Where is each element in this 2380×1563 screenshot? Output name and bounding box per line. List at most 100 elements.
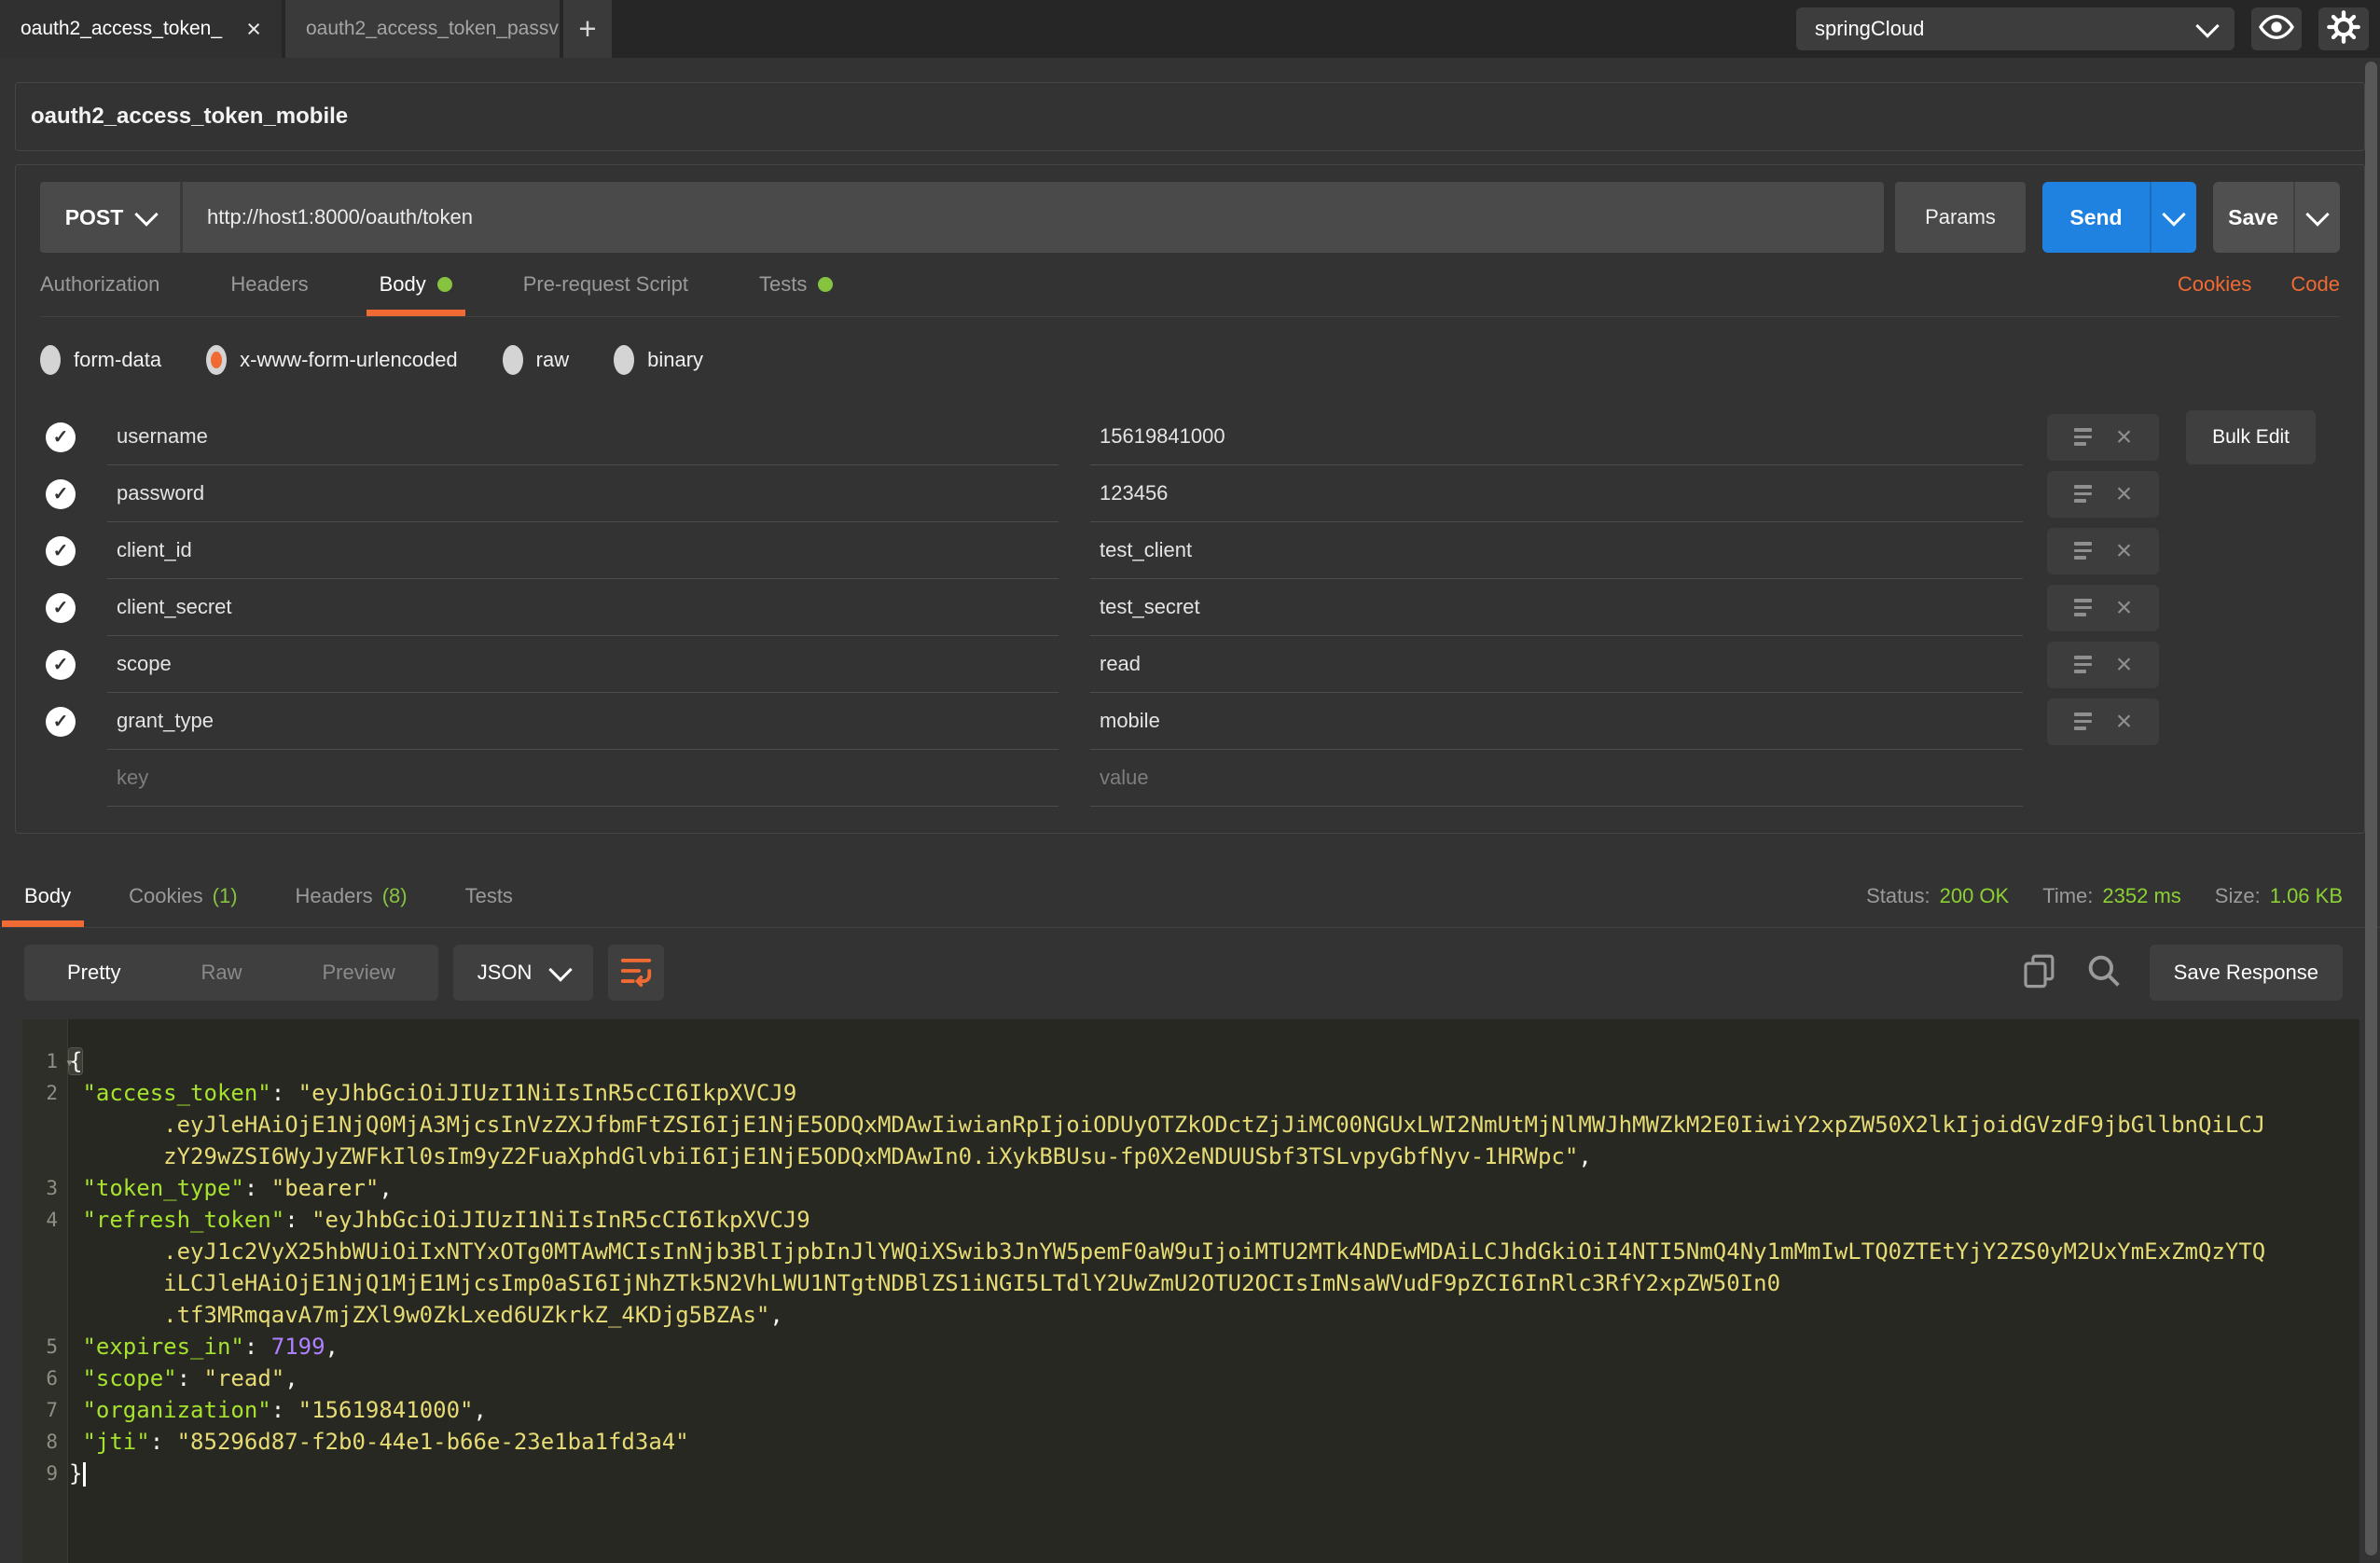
send-options-button[interactable] <box>2150 182 2196 253</box>
response-tab-cookies[interactable]: Cookies(1) <box>129 865 237 927</box>
window-tab-background[interactable]: oauth2_access_token_passv <box>285 0 560 58</box>
row-checkbox[interactable]: ✓ <box>46 422 76 452</box>
response-tab-body[interactable]: Body <box>24 865 71 927</box>
line-number: 3 <box>22 1172 58 1204</box>
param-key-cell[interactable]: client_secret <box>107 579 1059 636</box>
radio-icon[interactable] <box>40 345 61 375</box>
code-token: .tf3MRmqavA7mjZXl9w0ZkLxed6UZkrkZ_4KDjg5… <box>69 1302 769 1328</box>
request-tab-pre-request-script[interactable]: Pre-request Script <box>523 253 688 316</box>
request-tabs-row: Authorization Headers Body Pre-request Scri… <box>40 253 2340 317</box>
row-checkbox[interactable]: ✓ <box>46 650 76 680</box>
settings-button[interactable] <box>2318 7 2369 50</box>
method-selector[interactable]: POST <box>40 182 183 253</box>
view-mode-raw[interactable]: Raw <box>201 961 242 985</box>
radio-icon[interactable] <box>503 345 523 375</box>
code-line: 1▾{ <box>22 1045 2359 1077</box>
code-token: , <box>325 1334 339 1360</box>
scrollbar[interactable] <box>2365 0 2377 1563</box>
size-label: Size: <box>2215 884 2261 907</box>
code-text: "refresh_token": "eyJhbGciOiJIUzI1NiIsIn… <box>58 1204 810 1236</box>
size-value: 1.06 KB <box>2270 884 2343 907</box>
key-placeholder-cell[interactable]: key <box>107 750 1059 807</box>
radio-icon[interactable] <box>206 345 227 375</box>
body-mode-x-www-form-urlencoded[interactable]: x-www-form-urlencoded <box>206 345 458 375</box>
search-response-button[interactable] <box>2084 951 2124 995</box>
param-key-cell[interactable]: scope <box>107 636 1059 693</box>
code-lines: 1▾{2 "access_token": "eyJhbGciOiJIUzI1Ni… <box>22 1019 2359 1489</box>
body-mode-raw[interactable]: raw <box>503 345 569 375</box>
code-link[interactable]: Code <box>2290 272 2340 297</box>
environment-selector[interactable]: springCloud <box>1796 7 2235 50</box>
request-tab-body[interactable]: Body <box>380 253 452 316</box>
bulk-edit-button[interactable]: Bulk Edit <box>2186 410 2316 464</box>
send-button[interactable]: Send <box>2042 182 2150 253</box>
method-label: POST <box>65 205 124 230</box>
time-value: 2352 ms <box>2102 884 2180 907</box>
wrap-text-button[interactable] <box>608 945 664 1001</box>
response-tab-label: Tests <box>465 884 513 908</box>
save-options-button[interactable] <box>2293 182 2340 253</box>
copy-response-button[interactable] <box>2019 951 2058 995</box>
format-selector[interactable]: JSON <box>453 945 594 1001</box>
body-mode-form-data[interactable]: form-data <box>40 345 161 375</box>
code-text: .eyJleHAiOjE1NjQ0MjA3MjcsInVzZXJfbmFtZSI… <box>58 1109 2265 1141</box>
status-item: Status:200 OK <box>1866 884 2009 908</box>
drag-handle-icon[interactable] <box>2074 656 2092 673</box>
cookies-link[interactable]: Cookies <box>2178 272 2251 297</box>
row-checkbox[interactable]: ✓ <box>46 479 76 509</box>
response-tab-headers[interactable]: Headers(8) <box>296 865 408 927</box>
param-value-cell[interactable]: 123456 <box>1090 465 2023 522</box>
window-tab-label: oauth2_access_token_passv <box>306 18 559 40</box>
param-value-cell[interactable]: 15619841000 <box>1090 408 2023 465</box>
row-checkbox[interactable]: ✓ <box>46 536 76 566</box>
save-button[interactable]: Save <box>2213 182 2293 253</box>
response-tab-label: Headers <box>296 884 373 908</box>
remove-row-icon[interactable]: × <box>2116 594 2133 622</box>
remove-row-icon[interactable]: × <box>2116 708 2133 736</box>
request-tab-authorization[interactable]: Authorization <box>40 253 159 316</box>
save-response-button[interactable]: Save Response <box>2150 945 2343 1001</box>
send-label: Send <box>2069 205 2122 230</box>
param-value-cell[interactable]: test_client <box>1090 522 2023 579</box>
url-input[interactable]: http://host1:8000/oauth/token <box>183 182 1884 253</box>
param-row-actions: × <box>2047 471 2159 518</box>
request-name-bar: oauth2_access_token_mobile <box>15 82 2365 151</box>
param-key-cell[interactable]: client_id <box>107 522 1059 579</box>
param-key-cell[interactable]: username <box>107 408 1059 465</box>
drag-handle-icon[interactable] <box>2074 428 2092 446</box>
param-key-cell[interactable]: grant_type <box>107 693 1059 750</box>
view-mode-pretty[interactable]: Pretty <box>67 961 120 985</box>
param-row-actions: × <box>2047 585 2159 631</box>
drag-handle-icon[interactable] <box>2074 485 2092 503</box>
response-tab-tests[interactable]: Tests <box>465 865 513 927</box>
format-label: JSON <box>477 961 533 985</box>
request-tab-tests[interactable]: Tests <box>759 253 833 316</box>
drag-handle-icon[interactable] <box>2074 542 2092 560</box>
close-tab-icon[interactable]: × <box>246 17 261 42</box>
drag-handle-icon[interactable] <box>2074 599 2092 616</box>
remove-row-icon[interactable]: × <box>2116 480 2133 508</box>
request-tab-headers[interactable]: Headers <box>230 253 308 316</box>
environment-quick-look-button[interactable] <box>2251 7 2302 50</box>
param-value-cell[interactable]: read <box>1090 636 2023 693</box>
new-tab-button[interactable]: + <box>563 0 612 58</box>
value-placeholder-cell[interactable]: value <box>1090 750 2023 807</box>
row-checkbox[interactable]: ✓ <box>46 707 76 737</box>
param-key-cell[interactable]: password <box>107 465 1059 522</box>
scrollbar-thumb[interactable] <box>2365 62 2377 1556</box>
param-value-cell[interactable]: mobile <box>1090 693 2023 750</box>
params-button[interactable]: Params <box>1895 182 2026 253</box>
body-mode-binary[interactable]: binary <box>614 345 703 375</box>
param-value-cell[interactable]: test_secret <box>1090 579 2023 636</box>
drag-handle-icon[interactable] <box>2074 712 2092 730</box>
topbar-right: springCloud <box>1796 0 2380 58</box>
fold-arrow-icon[interactable]: ▾ <box>65 1046 74 1078</box>
window-tab-active[interactable]: oauth2_access_token_ × <box>0 0 282 58</box>
remove-row-icon[interactable]: × <box>2116 423 2133 451</box>
remove-row-icon[interactable]: × <box>2116 651 2133 679</box>
view-mode-preview[interactable]: Preview <box>322 961 394 985</box>
remove-row-icon[interactable]: × <box>2116 537 2133 565</box>
time-label: Time: <box>2042 884 2093 907</box>
row-checkbox[interactable]: ✓ <box>46 593 76 623</box>
radio-icon[interactable] <box>614 345 634 375</box>
